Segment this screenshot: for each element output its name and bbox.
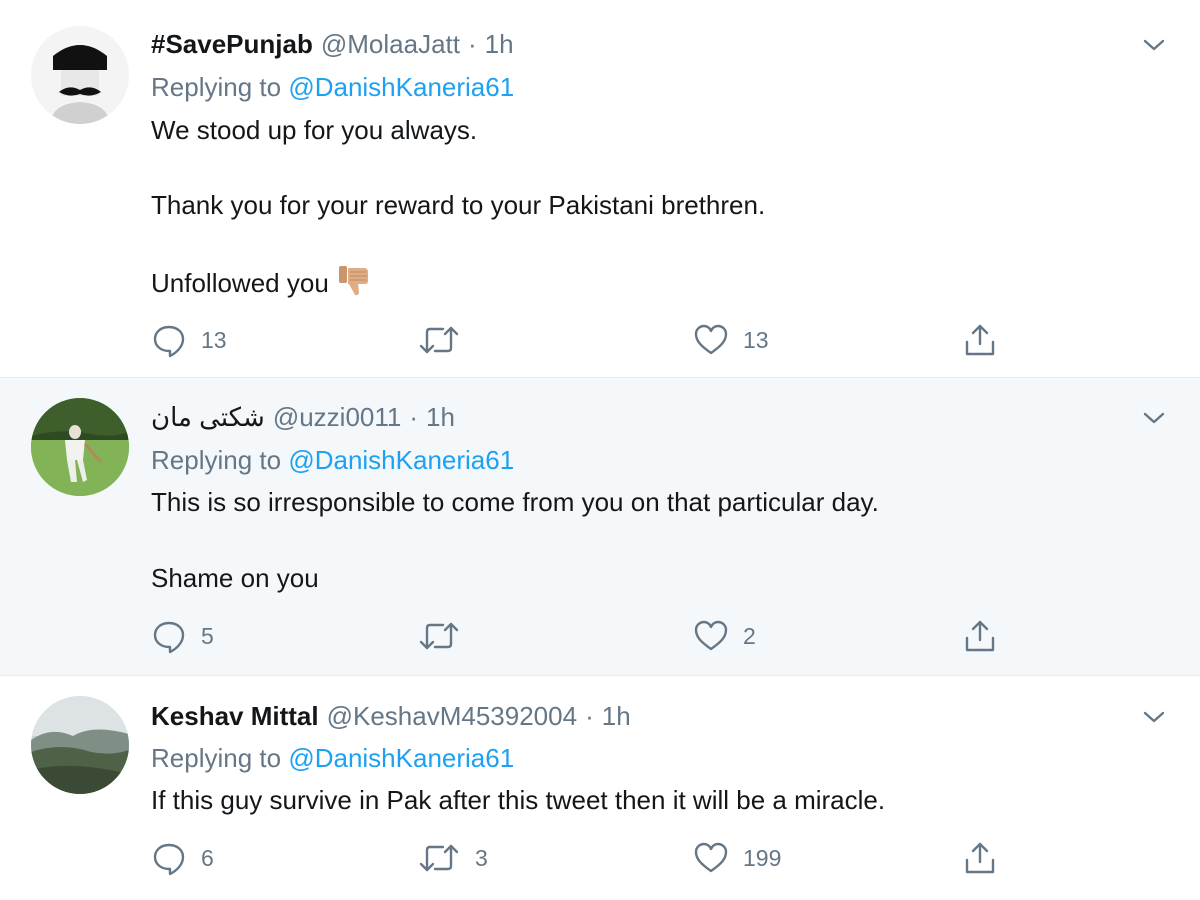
retweet-button[interactable]	[417, 320, 475, 360]
tweet-text-line: Shame on you	[151, 563, 319, 593]
reply-count: 5	[201, 622, 214, 649]
like-icon	[694, 324, 728, 355]
like-button[interactable]: 13	[693, 320, 769, 360]
replying-to: Replying to @DanishKaneria61	[151, 740, 514, 776]
reply-icon	[153, 843, 185, 876]
avatar[interactable]	[31, 398, 129, 496]
mention-link[interactable]: @DanishKaneria61	[288, 445, 514, 475]
timestamp[interactable]: 1h	[485, 26, 514, 62]
mention-link[interactable]: @DanishKaneria61	[288, 72, 514, 102]
avatar[interactable]	[31, 26, 129, 124]
like-icon	[694, 620, 728, 651]
reply-button[interactable]: 6	[151, 838, 214, 878]
like-icon	[694, 842, 728, 873]
retweet-icon	[419, 326, 459, 354]
tweet-text-line: Thank you for your reward to your Pakist…	[151, 190, 766, 220]
replying-to: Replying to @DanishKaneria61	[151, 69, 514, 105]
tweet-text-line: Unfollowed you	[151, 262, 373, 307]
reply-count: 6	[201, 844, 214, 871]
retweet-icon	[419, 844, 459, 872]
share-icon	[965, 842, 995, 874]
user-handle[interactable]: @MolaaJatt	[321, 26, 460, 62]
timestamp[interactable]: 1h	[602, 698, 631, 734]
chevron-down-icon[interactable]	[1140, 31, 1168, 59]
share-button[interactable]	[962, 838, 998, 878]
timestamp[interactable]: 1h	[426, 399, 455, 435]
replying-to-label: Replying to	[151, 72, 282, 102]
tweet[interactable]: #SavePunjab @MolaaJatt · 1h Replying to …	[0, 0, 1200, 378]
display-name[interactable]: شکتی مان	[151, 399, 265, 435]
separator-dot: ·	[409, 402, 419, 432]
retweet-button[interactable]: 3	[417, 838, 488, 878]
user-handle[interactable]: @uzzi0011	[273, 399, 402, 435]
avatar[interactable]	[31, 696, 129, 794]
tweet-header: #SavePunjab @MolaaJatt · 1h	[151, 26, 514, 62]
like-button[interactable]: 199	[693, 838, 781, 878]
share-button[interactable]	[962, 616, 998, 656]
display-name[interactable]: #SavePunjab	[151, 26, 313, 62]
display-name[interactable]: Keshav Mittal	[151, 698, 319, 734]
chevron-down-icon[interactable]	[1140, 703, 1168, 731]
replying-to-label: Replying to	[151, 743, 282, 773]
tweet-text-line: This is so irresponsible to come from yo…	[151, 487, 879, 517]
chevron-down-icon[interactable]	[1140, 404, 1168, 432]
retweet-count: 3	[475, 844, 488, 871]
tweet-header: Keshav Mittal @KeshavM45392004 · 1h	[151, 698, 631, 734]
mention-link[interactable]: @DanishKaneria61	[288, 743, 514, 773]
reply-icon	[153, 325, 185, 358]
like-button[interactable]: 2	[693, 616, 756, 656]
tweet-text-line: If this guy survive in Pak after this tw…	[151, 785, 886, 815]
tweet-text-fragment: Unfollowed you	[151, 268, 329, 298]
separator-dot: ·	[467, 29, 477, 59]
share-icon	[965, 620, 995, 652]
tweet[interactable]: شکتی مان @uzzi0011 · 1h Replying to @Dan…	[0, 378, 1200, 676]
separator-dot: ·	[585, 701, 594, 731]
retweet-icon	[419, 622, 459, 650]
like-count: 199	[743, 844, 782, 871]
reply-button[interactable]: 13	[151, 320, 227, 360]
user-handle[interactable]: @KeshavM45392004	[327, 698, 577, 734]
reply-button[interactable]: 5	[151, 616, 214, 656]
reply-count: 13	[201, 326, 227, 353]
share-button[interactable]	[962, 320, 998, 360]
replying-to: Replying to @DanishKaneria61	[151, 442, 514, 478]
reply-icon	[153, 621, 185, 654]
like-count: 13	[743, 326, 769, 353]
like-count: 2	[743, 622, 756, 649]
tweet[interactable]: Keshav Mittal @KeshavM45392004 · 1h Repl…	[0, 676, 1200, 900]
tweet-text-line: We stood up for you always.	[151, 115, 478, 145]
reply-feed: #SavePunjab @MolaaJatt · 1h Replying to …	[0, 0, 1200, 900]
replying-to-label: Replying to	[151, 445, 282, 475]
tweet-header: شکتی مان @uzzi0011 · 1h	[151, 399, 455, 435]
retweet-button[interactable]	[417, 616, 475, 656]
thumbs-down-icon	[337, 262, 373, 307]
share-icon	[965, 324, 995, 356]
